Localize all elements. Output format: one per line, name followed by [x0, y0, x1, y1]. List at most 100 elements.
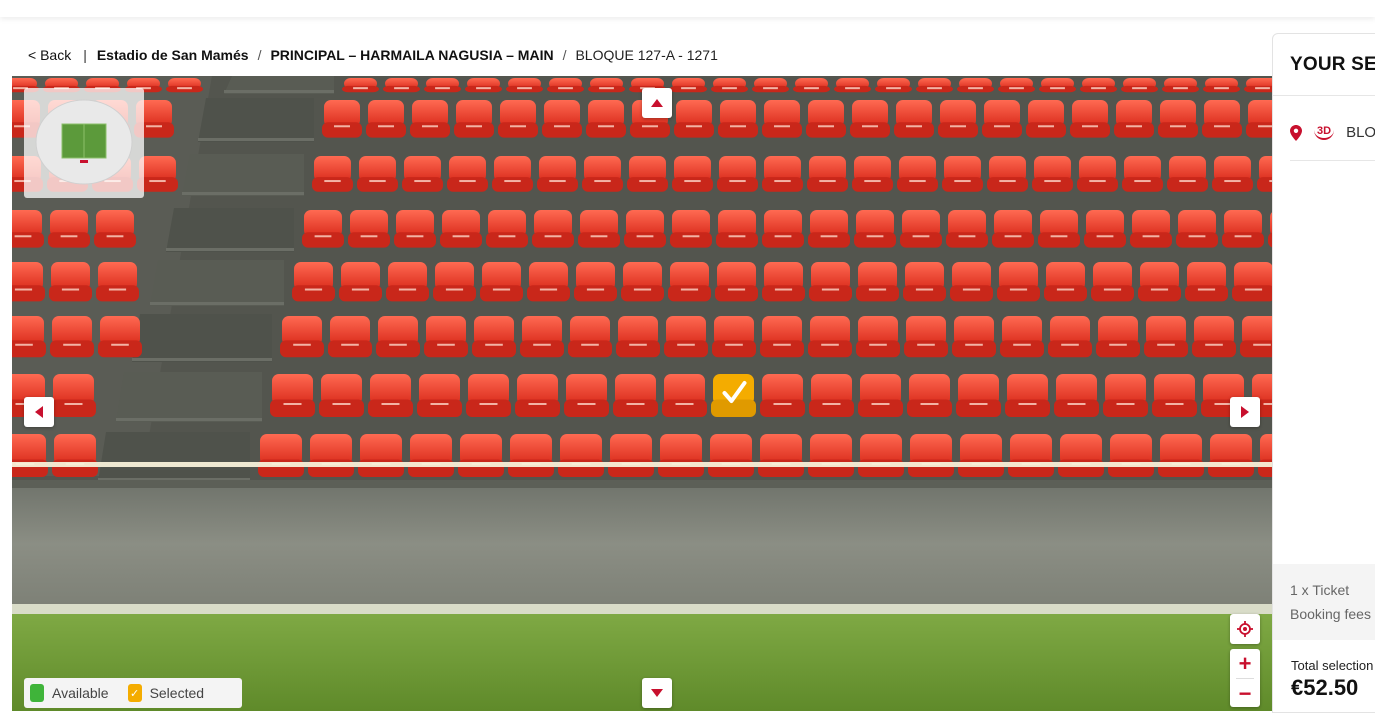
seat[interactable] — [627, 156, 668, 192]
seat[interactable] — [1162, 78, 1199, 92]
seat[interactable] — [258, 434, 304, 477]
seat[interactable] — [1232, 262, 1272, 301]
seat[interactable] — [586, 100, 626, 138]
seat[interactable] — [582, 156, 623, 192]
seat[interactable] — [1246, 100, 1272, 138]
seat[interactable] — [956, 374, 1001, 417]
pan-up-button[interactable] — [642, 88, 672, 118]
seat[interactable] — [480, 262, 523, 301]
seat[interactable] — [402, 156, 443, 192]
seat[interactable] — [12, 262, 45, 301]
seat[interactable] — [717, 156, 758, 192]
seat[interactable] — [366, 100, 406, 138]
pan-down-button[interactable] — [642, 678, 672, 708]
seat[interactable] — [358, 434, 404, 477]
seat[interactable] — [762, 100, 802, 138]
seat[interactable] — [50, 316, 94, 357]
seat[interactable] — [621, 262, 664, 301]
seat[interactable] — [433, 262, 476, 301]
seat[interactable] — [578, 210, 620, 248]
seat[interactable] — [1258, 434, 1272, 477]
seat[interactable] — [762, 156, 803, 192]
seat[interactable] — [342, 78, 379, 92]
seat[interactable] — [520, 316, 564, 357]
seat[interactable] — [52, 434, 98, 477]
seat[interactable] — [997, 262, 1040, 301]
seat[interactable] — [834, 78, 871, 92]
seat[interactable] — [49, 262, 92, 301]
seat[interactable] — [302, 210, 344, 248]
seat[interactable] — [465, 78, 502, 92]
seat[interactable] — [270, 374, 315, 417]
seat[interactable] — [1152, 374, 1197, 417]
seat[interactable] — [903, 262, 946, 301]
seat[interactable] — [897, 156, 938, 192]
seat[interactable] — [51, 374, 96, 417]
seat[interactable] — [292, 262, 335, 301]
seat[interactable] — [998, 78, 1035, 92]
zoom-out-button[interactable]: − — [1230, 679, 1260, 708]
seat[interactable] — [758, 434, 804, 477]
seat[interactable] — [894, 100, 934, 138]
seat[interactable] — [1096, 316, 1140, 357]
seat[interactable] — [624, 210, 666, 248]
seat[interactable] — [532, 210, 574, 248]
seat[interactable] — [856, 316, 900, 357]
seat[interactable] — [319, 374, 364, 417]
seat[interactable] — [662, 374, 707, 417]
seat[interactable] — [668, 262, 711, 301]
3d-view-icon[interactable]: 3D — [1314, 125, 1334, 140]
seat[interactable] — [1222, 210, 1264, 248]
seat[interactable] — [858, 434, 904, 477]
seat[interactable] — [1138, 262, 1181, 301]
seat[interactable] — [712, 316, 756, 357]
seat[interactable] — [718, 100, 758, 138]
seat[interactable] — [670, 78, 707, 92]
seat[interactable] — [1203, 78, 1240, 92]
seat[interactable] — [312, 156, 353, 192]
seat[interactable] — [808, 210, 850, 248]
seat[interactable] — [386, 262, 429, 301]
seat[interactable] — [672, 156, 713, 192]
seat[interactable] — [1058, 434, 1104, 477]
seat[interactable] — [852, 156, 893, 192]
seat[interactable] — [166, 78, 203, 92]
seat[interactable] — [708, 434, 754, 477]
seat[interactable] — [542, 100, 582, 138]
seat[interactable] — [1158, 100, 1198, 138]
selected-seat-row[interactable]: 3D BLOQUE 127-A - 1271 — [1290, 124, 1375, 141]
seat[interactable] — [506, 78, 543, 92]
seat[interactable] — [809, 262, 852, 301]
seat[interactable] — [410, 100, 450, 138]
seat[interactable] — [339, 262, 382, 301]
seat[interactable] — [383, 78, 420, 92]
seat[interactable] — [564, 374, 609, 417]
seat[interactable] — [1008, 434, 1054, 477]
seat[interactable] — [900, 210, 942, 248]
seat[interactable] — [1044, 262, 1087, 301]
seat[interactable] — [1070, 100, 1110, 138]
seat[interactable] — [958, 434, 1004, 477]
seat[interactable] — [856, 262, 899, 301]
seat[interactable] — [280, 316, 324, 357]
seat[interactable] — [1039, 78, 1076, 92]
seat[interactable] — [368, 374, 413, 417]
pan-right-button[interactable] — [1230, 397, 1260, 427]
seat[interactable] — [992, 210, 1034, 248]
seat[interactable] — [454, 100, 494, 138]
seat[interactable] — [537, 156, 578, 192]
breadcrumb-stand[interactable]: PRINCIPAL – HARMAILA NAGUSIA – MAIN — [270, 47, 553, 63]
seat[interactable] — [48, 210, 90, 248]
seat[interactable] — [447, 156, 488, 192]
seat[interactable] — [760, 316, 804, 357]
seat[interactable] — [716, 210, 758, 248]
seat[interactable] — [1144, 316, 1188, 357]
seat[interactable] — [875, 78, 912, 92]
seat[interactable] — [376, 316, 420, 357]
seat[interactable] — [458, 434, 504, 477]
seat[interactable] — [1208, 434, 1254, 477]
seat[interactable] — [670, 210, 712, 248]
seat[interactable] — [1038, 210, 1080, 248]
seat[interactable] — [1080, 78, 1117, 92]
seat[interactable] — [1000, 316, 1044, 357]
